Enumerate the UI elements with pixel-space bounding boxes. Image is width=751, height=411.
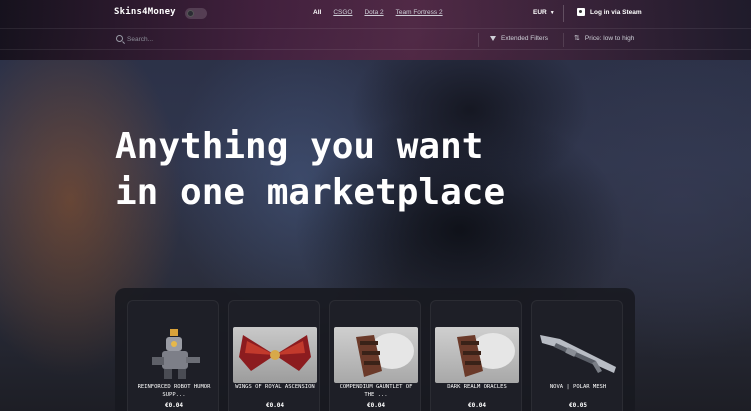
nav-item-tf2[interactable]: Team Fortress 2 <box>396 9 443 16</box>
item-card[interactable]: NOVA | POLAR MESH €0.05 <box>531 300 623 411</box>
steam-icon <box>577 8 585 16</box>
chevron-down-icon: ▼ <box>549 9 555 16</box>
header-divider <box>563 5 564 22</box>
item-image <box>233 327 317 383</box>
item-price: €0.04 <box>366 402 386 409</box>
item-name: NOVA | POLAR MESH <box>549 384 607 390</box>
game-filter-nav: All CSGO Dota 2 Team Fortress 2 <box>313 9 443 16</box>
item-price: €0.04 <box>164 402 184 409</box>
item-card[interactable]: DARK REALM ORACLES €0.04 <box>430 300 522 411</box>
hero-headline: Anything you want in one marketplace <box>115 124 505 216</box>
wings-item-icon <box>239 335 311 371</box>
sort-select[interactable]: ⇅ Price: low to high <box>574 34 635 43</box>
search-divider <box>563 33 564 47</box>
item-card[interactable]: COMPENDIUM GAUNTLET OF THE ... €0.04 <box>329 300 421 411</box>
search-icon <box>116 35 123 42</box>
item-price: €0.04 <box>265 402 285 409</box>
item-image <box>334 327 418 383</box>
steam-login-button[interactable]: Log in via Steam <box>577 8 642 16</box>
sort-arrows-icon: ⇅ <box>574 34 580 42</box>
nav-item-all[interactable]: All <box>313 9 321 16</box>
sort-label: Price: low to high <box>584 35 635 42</box>
top-navigation-bar: Skins4Money All CSGO Dota 2 Team Fortres… <box>0 0 751 27</box>
search-divider <box>478 33 479 47</box>
hero-line-1: Anything you want <box>115 126 484 167</box>
filter-icon <box>490 36 496 41</box>
hero-line-2: in one marketplace <box>115 172 506 213</box>
item-image <box>536 327 620 383</box>
search-bar: Extended Filters ⇅ Price: low to high <box>0 28 751 50</box>
item-card[interactable]: REINFORCED ROBOT HUMOR SUPP... €0.04 <box>127 300 219 411</box>
robot-item-icon <box>152 329 200 379</box>
item-image <box>132 327 216 383</box>
currency-select[interactable]: EUR ▼ <box>533 9 555 16</box>
toggle-knob <box>187 10 194 17</box>
login-label: Log in via Steam <box>590 8 642 16</box>
shotgun-item-icon <box>540 335 616 373</box>
item-name: COMPENDIUM GAUNTLET OF THE ... <box>339 384 413 398</box>
gauntlet-item-icon <box>356 333 414 377</box>
theme-toggle[interactable] <box>185 8 207 19</box>
site-logo[interactable]: Skins4Money <box>114 7 176 17</box>
nav-item-dota2[interactable]: Dota 2 <box>364 9 383 16</box>
nav-item-csgo[interactable]: CSGO <box>333 9 352 16</box>
gauntlet-item-icon <box>457 333 515 377</box>
search-input[interactable] <box>127 34 427 45</box>
item-image <box>435 327 519 383</box>
filters-label: Extended Filters <box>501 35 548 42</box>
item-price: €0.04 <box>467 402 487 409</box>
extended-filters-button[interactable]: Extended Filters <box>490 35 548 42</box>
item-card[interactable]: WINGS OF ROYAL ASCENSION €0.04 <box>228 300 320 411</box>
item-price: €0.05 <box>568 402 588 409</box>
item-name: WINGS OF ROYAL ASCENSION <box>235 384 315 390</box>
item-name: REINFORCED ROBOT HUMOR SUPP... <box>137 384 211 398</box>
item-name: DARK REALM ORACLES <box>447 384 507 390</box>
currency-label: EUR <box>533 9 547 16</box>
